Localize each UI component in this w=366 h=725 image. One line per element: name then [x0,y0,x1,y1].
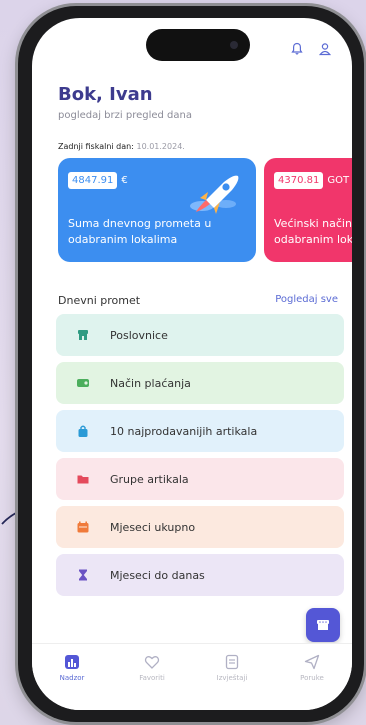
calendar-icon [76,520,90,534]
nav-label: Izvještaji [216,674,248,682]
user-icon[interactable] [318,42,332,56]
hourglass-icon [76,568,90,582]
amount-currency: € [121,175,128,186]
list-item-mjeseci-do-danas[interactable]: Mjeseci do danas [56,554,344,596]
list-item-nacin-placanja[interactable]: Način plaćanja [56,362,344,404]
view-all-link[interactable]: Pogledaj sve [275,294,338,305]
store-fab-button[interactable] [306,608,340,642]
greeting-subtitle: pogledaj brzi pregled dana [58,110,192,121]
summary-card-total[interactable]: 4847.91 € Suma dnevnog prometa u odabran… [58,158,256,262]
list-item-poslovnice[interactable]: Poslovnice [56,314,344,356]
section-title: Dnevni promet [58,294,141,307]
nav-favoriti[interactable]: Favoriti [122,654,182,682]
bell-icon[interactable] [290,42,304,56]
list-item-top-artikli[interactable]: 10 najprodavanijih artikala [56,410,344,452]
summary-card-payment[interactable]: 4370.81 GOT Većinski način odabranim lok [264,158,352,262]
nav-nadzor[interactable]: Nadzor [42,654,102,682]
nav-izvjestaji[interactable]: Izvještaji [202,654,262,682]
list-item-label: Mjeseci do danas [110,568,205,582]
card-label: Suma dnevnog prometa u odabranim lokalim… [68,217,212,246]
bag-icon [76,424,90,438]
folder-icon [76,472,90,486]
list-item-label: Način plaćanja [110,376,191,390]
card-amount: 4847.91 € [68,172,128,189]
send-icon [304,654,320,670]
app-screen: Bok, Ivan pogledaj brzi pregled dana Zad… [32,18,352,710]
nav-poruke[interactable]: Poruke [282,654,342,682]
list-item-grupe-artikala[interactable]: Grupe artikala [56,458,344,500]
phone-frame: Bok, Ivan pogledaj brzi pregled dana Zad… [18,6,364,722]
rocket-icon [190,175,239,214]
fiscal-label: Zadnji fiskalni dan: [58,142,134,151]
greeting-title: Bok, Ivan [58,84,153,105]
store-icon [317,620,329,630]
report-icon [225,654,239,670]
dynamic-island [146,29,250,61]
fiscal-day: Zadnji fiskalni dan: 10.01.2024. [58,142,185,151]
heart-icon [144,656,160,669]
amount-value: 4847.91 [68,172,118,189]
amount-value: 4370.81 [274,172,324,189]
wallet-icon [76,376,90,390]
amount-currency: GOT [327,175,350,186]
nav-label: Nadzor [59,674,85,682]
chart-icon [65,655,79,669]
bottom-nav: Nadzor Favoriti Izvještaji Poruke [32,643,352,710]
nav-label: Poruke [300,674,324,682]
nav-label: Favoriti [139,674,165,682]
card-amount: 4370.81 GOT [274,172,349,189]
store-icon [76,328,90,342]
card-label: Većinski način odabranim lok [274,217,352,246]
list-item-label: Mjeseci ukupno [110,520,196,534]
fiscal-date: 10.01.2024. [136,142,185,151]
list-item-mjeseci-ukupno[interactable]: Mjeseci ukupno [56,506,344,548]
list-item-label: 10 najprodavanijih artikala [110,424,258,438]
list-item-label: Poslovnice [110,328,168,342]
header-actions [290,42,332,56]
list-item-label: Grupe artikala [110,472,189,486]
